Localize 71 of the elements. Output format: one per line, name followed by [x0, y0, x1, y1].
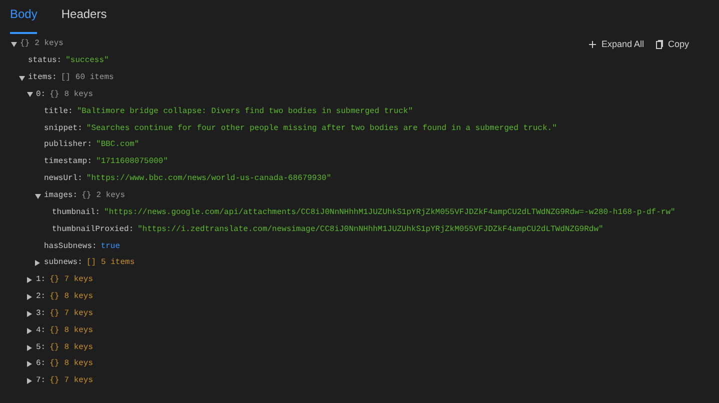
expand-arrow-icon[interactable]: [27, 361, 32, 368]
tab[interactable]: Body: [10, 3, 38, 34]
json-value: "1711608075000": [96, 156, 168, 168]
json-key: 0:: [36, 88, 46, 101]
collapse-arrow-icon[interactable]: [27, 92, 33, 98]
json-key: hasSubnews:: [44, 240, 97, 253]
expand-arrow-icon[interactable]: [27, 310, 32, 317]
collapse-arrow-icon[interactable]: [35, 194, 41, 199]
expand-arrow-icon[interactable]: [27, 328, 32, 334]
json-key: images:: [44, 190, 78, 202]
expand-arrow-icon[interactable]: [27, 277, 32, 284]
json-key: 1:: [36, 274, 46, 286]
copy-button[interactable]: Copy: [656, 38, 689, 52]
json-key: 7:: [36, 375, 46, 388]
type-brackets: {}: [50, 88, 60, 101]
item-count: 8 keys: [64, 342, 94, 354]
type-brackets: {}: [20, 38, 30, 50]
tab[interactable]: Headers: [61, 3, 107, 34]
collapse-arrow-icon[interactable]: [11, 42, 17, 47]
expand-arrow-icon[interactable]: [27, 378, 32, 384]
json-value: "https://i.zedtranslate.com/newsimage/CC8iJ0NnNHhhM1JUZUhkS1pYRjZkM055VFJDZkF4ampCU2dLTWdNZG9Rdw": [138, 224, 604, 236]
item-count: 8 keys: [64, 358, 94, 370]
json-value: true: [100, 240, 120, 253]
json-key: thumbnail:: [52, 206, 100, 219]
json-key: 2:: [36, 291, 46, 304]
json-key: subnews:: [44, 257, 82, 270]
json-key: title:: [44, 106, 73, 118]
json-value: "success": [66, 55, 109, 68]
json-key: thumbnailProxied:: [52, 224, 134, 236]
collapse-arrow-icon[interactable]: [19, 76, 25, 81]
expand-arrow-icon[interactable]: [35, 260, 40, 266]
item-count: 2 keys: [96, 190, 126, 202]
type-brackets: {}: [50, 308, 60, 320]
json-key: items:: [28, 72, 57, 84]
json-key: 6:: [36, 358, 46, 370]
json-key: snippet:: [44, 122, 82, 135]
json-key: status:: [28, 55, 62, 68]
type-brackets: {}: [50, 375, 60, 388]
type-brackets: []: [60, 72, 70, 84]
item-count: 2 keys: [34, 38, 64, 50]
type-brackets: {}: [50, 291, 60, 304]
item-count: 7 keys: [64, 308, 94, 320]
type-brackets: {}: [50, 324, 60, 337]
json-key: timestamp:: [44, 156, 92, 168]
json-key: newsUrl:: [44, 173, 82, 186]
type-brackets: {}: [50, 342, 60, 354]
json-key: 3:: [36, 308, 46, 320]
type-brackets: {}: [50, 274, 60, 286]
item-count: 7 keys: [64, 274, 94, 286]
item-count: 60 items: [75, 72, 114, 84]
expand-arrow-icon[interactable]: [27, 294, 32, 300]
item-count: 8 keys: [64, 291, 94, 304]
item-count: 7 keys: [64, 375, 94, 388]
json-key: 5:: [36, 342, 46, 354]
type-brackets: []: [86, 257, 96, 270]
json-value: "Searches continue for four other people missing after two bodies are found in a submerged truck.": [86, 122, 557, 135]
type-brackets: {}: [50, 358, 60, 370]
json-key: 4:: [36, 324, 46, 337]
copy-icon: [656, 40, 663, 49]
json-key: publisher:: [44, 139, 92, 152]
plus-icon: [589, 41, 596, 48]
json-value: "https://news.google.com/api/attachments/CC8iJ0NnNHhhM1JUZUhkS1pYRjZkM055VFJDZkF4ampCU2dLTWdNZG9Rdw=-w280-h168-p-df-rw": [104, 206, 676, 219]
item-count: 8 keys: [64, 324, 94, 337]
type-brackets: {}: [82, 190, 92, 202]
json-value: "https://www.bbc.com/news/world-us-canada-68679930": [86, 173, 332, 186]
expand-arrow-icon[interactable]: [27, 344, 32, 351]
json-value: "Baltimore bridge collapse: Divers find two bodies in submerged truck": [76, 106, 413, 118]
json-value: "BBC.com": [96, 139, 140, 152]
item-count: 8 keys: [64, 88, 94, 101]
item-count: 5 items: [101, 257, 135, 270]
expand-all-button[interactable]: Expand All: [589, 38, 644, 52]
